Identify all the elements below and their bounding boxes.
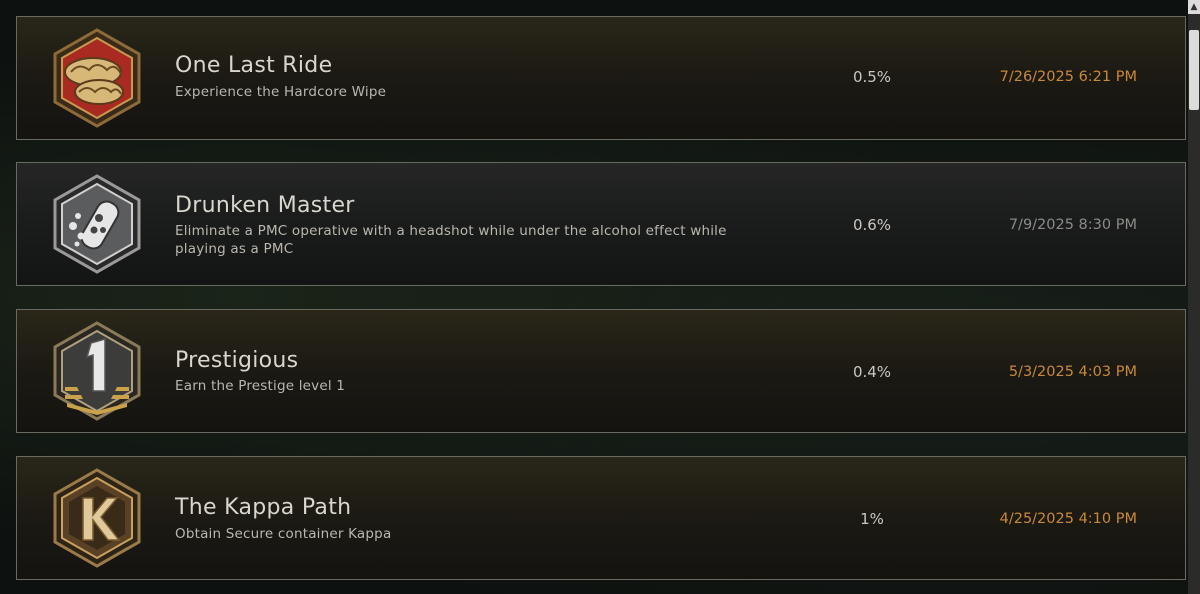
scroll-up-arrow-icon[interactable]: ▲ (1188, 0, 1200, 14)
achievement-title: Prestigious (175, 348, 299, 373)
bubbles-bottle-icon (53, 174, 141, 274)
achievement-title: One Last Ride (175, 53, 333, 78)
achievement-percent: 0.4% (852, 363, 892, 381)
achievement-description: Obtain Secure container Kappa (175, 526, 392, 542)
achievement-description: Experience the Hardcore Wipe (175, 84, 387, 100)
achievement-percent: 0.6% (852, 216, 892, 234)
achievement-title: The Kappa Path (175, 495, 352, 520)
achievement-description: Earn the Prestige level 1 (175, 378, 346, 394)
achievement-row-drunken-master[interactable]: Drunken Master Eliminate a PMC operative… (16, 162, 1186, 286)
red-brain-icon (53, 28, 141, 128)
achievement-title: Drunken Master (175, 193, 355, 218)
achievement-date: 4/25/2025 4:10 PM (999, 511, 1137, 527)
achievement-row-prestigious[interactable]: Prestigious Earn the Prestige level 1 0.… (16, 309, 1186, 433)
kappa-letter-icon (53, 468, 141, 568)
achievement-row-kappa-path[interactable]: The Kappa Path Obtain Secure container K… (16, 456, 1186, 580)
achievement-date: 7/26/2025 6:21 PM (999, 69, 1137, 85)
prestige-one-chevron-icon (53, 321, 141, 421)
scroll-thumb[interactable] (1189, 30, 1199, 110)
scrollbar[interactable]: ▲ (1188, 0, 1200, 594)
achievement-date: 5/3/2025 4:03 PM (1008, 364, 1137, 380)
achievement-row-one-last-ride[interactable]: One Last Ride Experience the Hardcore Wi… (16, 16, 1186, 140)
achievement-date: 7/9/2025 8:30 PM (1008, 217, 1137, 233)
achievement-percent: 0.5% (852, 68, 892, 86)
achievement-percent: 1% (860, 510, 884, 528)
achievement-description: Eliminate a PMC operative with a headsho… (175, 223, 727, 257)
